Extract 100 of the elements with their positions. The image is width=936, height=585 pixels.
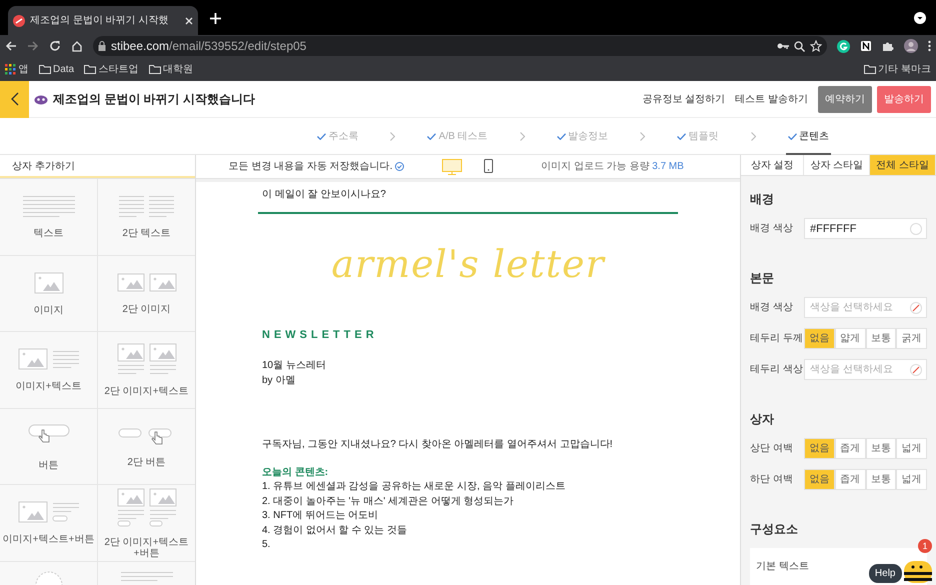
- no-color-icon: [910, 302, 922, 314]
- content-block-tile[interactable]: 이미지+텍스트: [0, 332, 98, 408]
- bookmark-link[interactable]: 대학원: [163, 62, 194, 76]
- contents-item: 4. 경험이 없어서 할 수 있는 것들: [262, 524, 408, 537]
- content-block-tile[interactable]: 이미지: [0, 256, 98, 332]
- puzzle-icon[interactable]: [882, 40, 894, 52]
- image-text-button-icon: [18, 500, 80, 524]
- segment-option[interactable]: 넓게: [896, 438, 927, 460]
- notification-badge: 1: [918, 539, 932, 553]
- mascot-emoji-icon: [34, 94, 48, 104]
- help-bubble[interactable]: Help: [868, 564, 902, 583]
- forward-arrow-icon[interactable]: [27, 40, 39, 52]
- bookmark-link[interactable]: 스타트업: [98, 62, 139, 76]
- zoom-icon[interactable]: [794, 40, 805, 52]
- segment-option[interactable]: 보통: [866, 469, 896, 490]
- content-block-tile[interactable]: 2단 이미지+텍스트+버튼: [98, 485, 195, 562]
- color-picker-field[interactable]: #FFFFFF: [804, 218, 927, 240]
- newsletter-heading: NEWSLETTER: [262, 328, 378, 342]
- segment-option[interactable]: 보통: [866, 438, 896, 460]
- extension-g-icon[interactable]: [837, 40, 850, 52]
- chevron-left-icon: [10, 92, 18, 106]
- check-icon: [788, 132, 797, 140]
- folder-icon: [84, 64, 96, 74]
- field-label: 하단 여백: [750, 473, 794, 488]
- section-heading: 구성요소: [750, 521, 799, 538]
- profile-avatar-icon[interactable]: [904, 39, 918, 53]
- color-input-field[interactable]: #FFFFFF: [805, 219, 908, 238]
- contents-item: 2. 대중이 놀아주는 '뉴 매스' 세계관은 어떻게 형성되는가: [262, 494, 514, 508]
- folder-icon: [148, 64, 161, 74]
- saved-check-icon: [395, 162, 404, 171]
- chevron-right-icon: [750, 132, 756, 140]
- header-link[interactable]: 테스트 발송하기: [735, 92, 808, 106]
- lock-icon: [98, 41, 106, 51]
- color-picker-field[interactable]: 색상을 선택하세요: [804, 297, 927, 318]
- browser-tab[interactable]: 제조업의 문법이 바뀌기 시작했: [8, 6, 198, 35]
- segment-option[interactable]: 없음: [804, 438, 835, 460]
- bookmark-link[interactable]: 기타 북마크: [878, 62, 931, 76]
- content-block-tile[interactable]: 텍스트: [0, 179, 98, 256]
- color-input-field[interactable]: 색상을 선택하세요: [805, 298, 908, 318]
- contents-item: 1. 유튜브 에센셜과 감성을 공유하는 새로운 시장, 음악 플레이리스트: [262, 480, 566, 494]
- content-block-tile[interactable]: 이미지+텍스트+버튼: [0, 485, 98, 562]
- tab-search-icon[interactable]: [914, 12, 926, 24]
- segment-option[interactable]: 얇게: [834, 328, 866, 350]
- reload-icon[interactable]: [49, 40, 61, 52]
- issue-meta-text: 10월 뉴스레터: [262, 359, 326, 372]
- greeting-text: 구독자님, 그동안 지내셨나요? 다시 찾아온 아멜레터를 열어주셔서 고맙습니다!: [262, 438, 613, 452]
- back-arrow-icon[interactable]: [5, 40, 17, 52]
- segment-option[interactable]: 없음: [804, 469, 835, 490]
- site-favicon-icon: [13, 14, 25, 26]
- field-label: 배경 색상: [750, 301, 794, 316]
- bookmark-link[interactable]: 앱: [18, 62, 28, 76]
- content-block-tile[interactable]: 버튼: [0, 408, 98, 485]
- section-heading: 본문: [750, 270, 775, 288]
- segment-option[interactable]: 좁게: [834, 469, 866, 490]
- new-tab-icon[interactable]: [210, 13, 221, 24]
- header-link[interactable]: 공유정보 설정하기: [642, 92, 726, 106]
- step-tab[interactable]: 콘텐츠: [786, 118, 832, 154]
- contents-item: 3. NFT에 뛰어드는 어도비: [262, 509, 378, 522]
- chevron-right-icon: [390, 132, 396, 140]
- two-column-image-text-button-icon: [116, 486, 178, 527]
- check-icon: [677, 132, 686, 140]
- color-picker-field[interactable]: 색상을 선택하세요: [804, 359, 927, 380]
- two-column-text-icon: [118, 194, 174, 218]
- star-icon[interactable]: [810, 40, 822, 52]
- menu-dots-icon[interactable]: [928, 40, 931, 52]
- field-label: 배경 색상: [750, 222, 794, 236]
- address-bar[interactable]: stibee.com/email/539552/edit/step05: [93, 36, 827, 56]
- segment-option[interactable]: 좁게: [834, 438, 866, 460]
- back-button[interactable]: [0, 80, 29, 118]
- schedule-button[interactable]: 예약하기: [818, 86, 872, 112]
- folder-icon: [38, 64, 50, 74]
- key-icon[interactable]: [777, 42, 789, 50]
- close-icon[interactable]: [185, 16, 193, 24]
- folder-icon: [864, 64, 876, 74]
- field-label: 상단 여백: [750, 442, 794, 456]
- field-label: 테두리 색상: [750, 363, 804, 378]
- extension-n-icon[interactable]: [860, 40, 872, 52]
- tab-title: 제조업의 문법이 바뀌기 시작했: [30, 14, 170, 28]
- segment-option[interactable]: 없음: [804, 328, 835, 350]
- check-icon: [316, 132, 326, 140]
- chevron-right-icon: [640, 132, 646, 140]
- chevron-right-icon: [520, 132, 525, 140]
- autosave-notice: 모든 변경 내용을 자동 저장했습니다.: [228, 160, 392, 174]
- check-icon: [427, 132, 436, 140]
- content-block-tile[interactable]: 2단 버튼: [98, 408, 195, 485]
- color-input-field[interactable]: 색상을 선택하세요: [805, 360, 908, 380]
- content-block-tile[interactable]: 2단 이미지: [98, 256, 195, 332]
- contents-heading: 오늘의 콘텐츠:: [262, 466, 328, 479]
- panel-tab[interactable]: 전체 스타일: [870, 155, 936, 176]
- no-color-icon: [910, 364, 922, 376]
- url-text: stibee.com/email/539552/edit/step05: [111, 38, 308, 55]
- mobile-view-button[interactable]: [484, 159, 493, 174]
- segment-option[interactable]: 넓게: [896, 469, 927, 490]
- home-icon[interactable]: [71, 40, 83, 52]
- segment-option[interactable]: 보통: [866, 328, 896, 350]
- bookmark-link[interactable]: Data: [53, 62, 74, 76]
- segment-option[interactable]: 굵게: [896, 328, 927, 350]
- content-block-tile[interactable]: 2단 텍스트: [98, 179, 195, 256]
- content-block-tile[interactable]: 2단 이미지+텍스트: [98, 332, 195, 408]
- upload-capacity-text: 이미지 업로드 가능 용량 3.7 MB: [541, 160, 684, 174]
